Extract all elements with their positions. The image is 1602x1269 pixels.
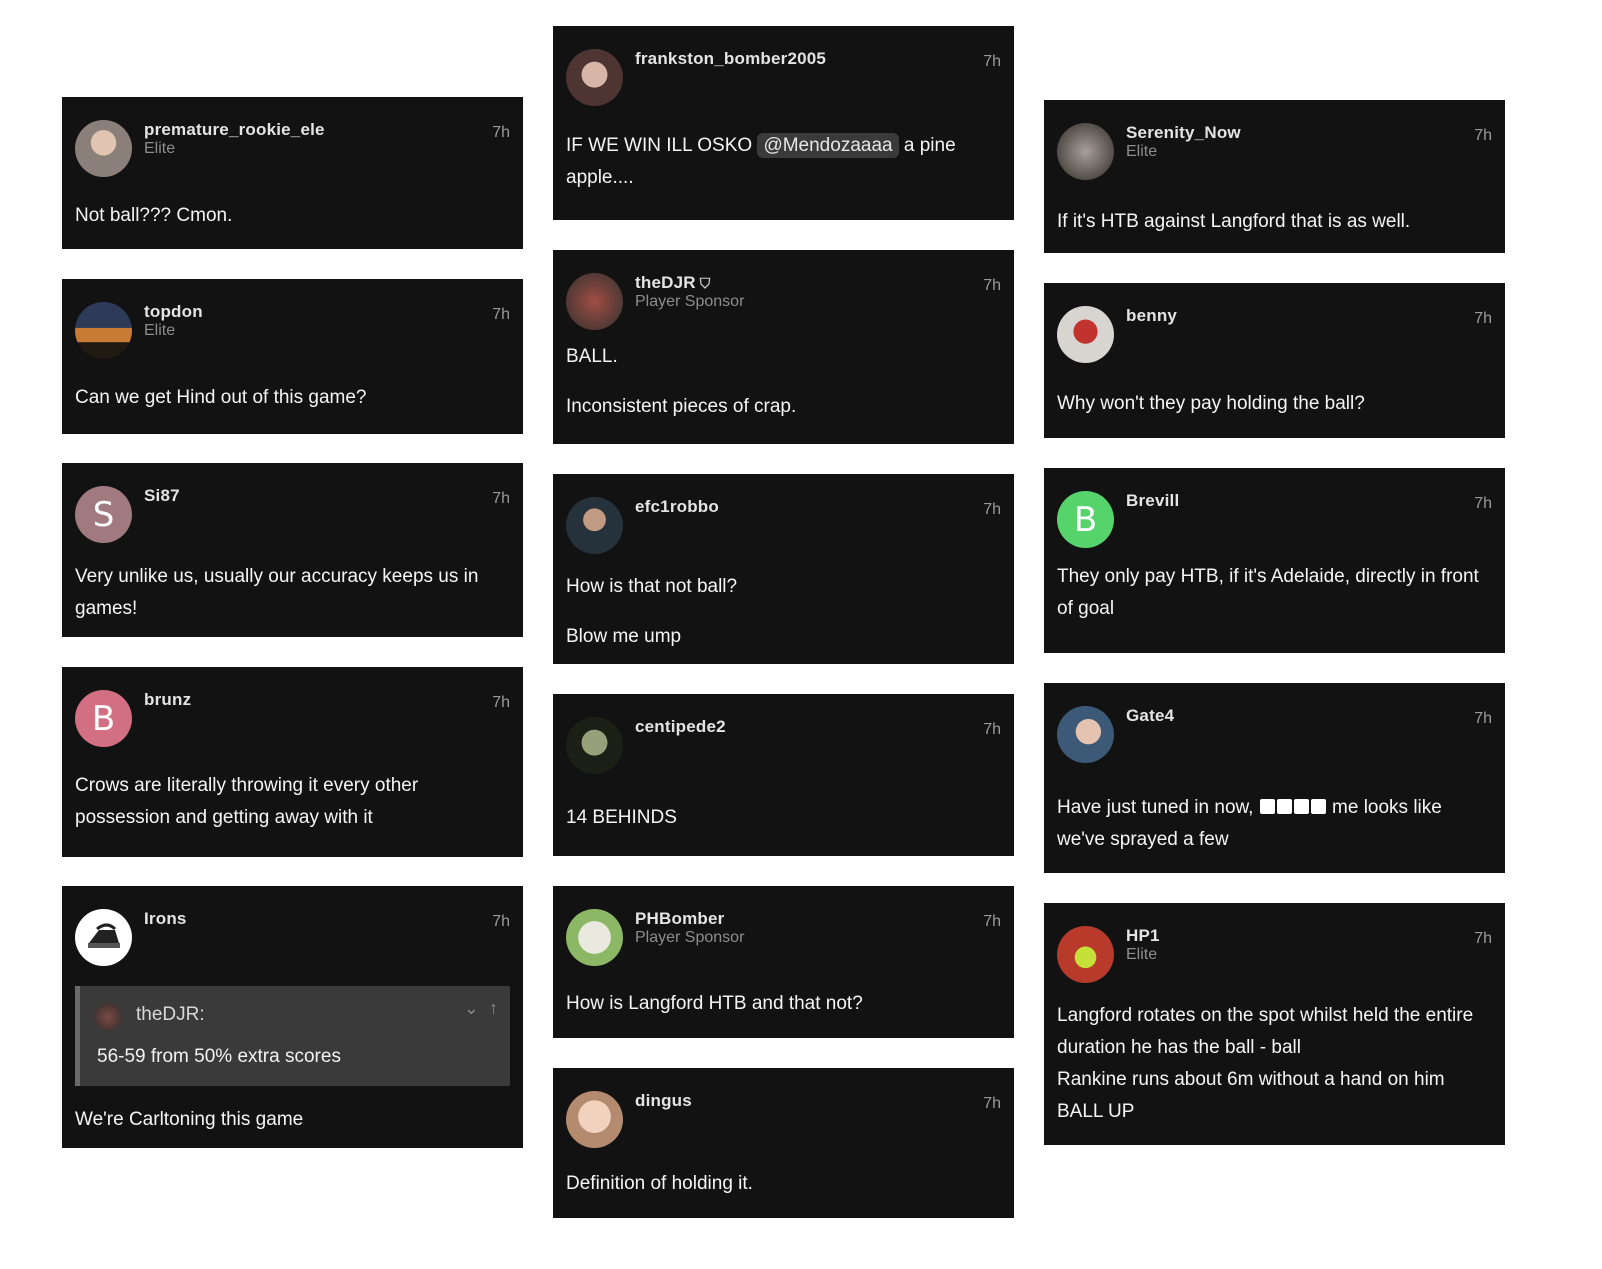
comment-card[interactable]: theDJR ⛉ Player Sponsor 7h BALL. Inconsis… <box>553 250 1014 444</box>
user-avatar[interactable] <box>566 273 623 330</box>
username[interactable]: benny <box>1126 306 1177 326</box>
comment-body: Crows are literally throwing it every ot… <box>75 775 419 828</box>
user-avatar[interactable] <box>566 1091 623 1148</box>
timestamp: 7h <box>1474 127 1492 144</box>
comment-card[interactable]: Irons 7h theDJR: 56-59 from 50% extra sc… <box>62 886 523 1148</box>
timestamp: 7h <box>983 721 1001 738</box>
chevron-down-icon[interactable]: ⌄ <box>464 998 479 1019</box>
timestamp: 7h <box>492 124 510 141</box>
timestamp: 7h <box>492 913 510 930</box>
username[interactable]: Brevill <box>1126 491 1179 511</box>
timestamp: 7h <box>492 490 510 507</box>
comment-body: We're Carltoning this game <box>75 1109 304 1130</box>
username[interactable]: brunz <box>144 690 191 710</box>
timestamp: 7h <box>983 277 1001 294</box>
comment-card[interactable]: Serenity_Now Elite 7h If it's HTB agains… <box>1044 100 1505 253</box>
comment-body: 14 BEHINDS <box>566 807 677 828</box>
comment-card[interactable]: Gate4 7h Have just tuned in now, me look… <box>1044 683 1505 873</box>
user-avatar[interactable] <box>1057 306 1114 363</box>
timestamp: 7h <box>983 501 1001 518</box>
timestamp: 7h <box>492 306 510 323</box>
comment-card[interactable]: benny 7h Why won't they pay holding the … <box>1044 283 1505 438</box>
user-badge: Elite <box>144 322 176 339</box>
user-avatar[interactable] <box>75 302 132 359</box>
username[interactable]: Si87 <box>144 486 180 506</box>
comment-body: How is Langford HTB and that not? <box>566 993 863 1014</box>
user-avatar[interactable]: B <box>1057 491 1114 548</box>
shield-icon: ⛉ <box>699 275 711 291</box>
comment-body: How is that not ball? Blow me ump <box>566 576 738 647</box>
comment-card[interactable]: PHBomber Player Sponsor 7h How is Langfo… <box>553 886 1014 1038</box>
username[interactable]: Serenity_Now <box>1126 123 1241 143</box>
mention-link[interactable]: @Mendozaaaa <box>757 133 899 158</box>
comment-body: If it's HTB against Langford that is as … <box>1057 211 1411 232</box>
user-avatar[interactable] <box>566 49 623 106</box>
username[interactable]: efc1robbo <box>635 497 719 517</box>
arrow-up-icon[interactable]: ↑ <box>489 998 498 1019</box>
user-badge: Elite <box>1126 946 1158 963</box>
username[interactable]: dingus <box>635 1091 692 1111</box>
comment-body: Very unlike us, usually our accuracy kee… <box>75 566 479 619</box>
user-badge: Elite <box>144 140 176 157</box>
comment-body: Why won't they pay holding the ball? <box>1057 393 1365 414</box>
user-avatar[interactable] <box>75 120 132 177</box>
timestamp: 7h <box>983 913 1001 930</box>
username[interactable]: premature_rookie_ele <box>144 120 325 140</box>
user-avatar[interactable] <box>566 717 623 774</box>
user-avatar[interactable] <box>1057 123 1114 180</box>
username[interactable]: theDJR ⛉ <box>635 273 710 293</box>
quote-text: 56-59 from 50% extra scores <box>97 1046 341 1067</box>
comment-card[interactable]: efc1robbo 7h How is that not ball? Blow … <box>553 474 1014 664</box>
comment-body: Langford rotates on the spot whilst held… <box>1057 1005 1474 1122</box>
iron-icon[interactable] <box>75 909 132 966</box>
username[interactable]: HP1 <box>1126 926 1160 946</box>
username[interactable]: PHBomber <box>635 909 724 929</box>
user-badge: Elite <box>1126 143 1158 160</box>
comment-card[interactable]: topdon Elite 7h Can we get Hind out of t… <box>62 279 523 434</box>
comment-card[interactable]: S Si87 7h Very unlike us, usually our ac… <box>62 463 523 637</box>
username[interactable]: Gate4 <box>1126 706 1174 726</box>
comment-body: Have just tuned in now, me looks like we… <box>1057 797 1442 850</box>
quoted-reply[interactable]: theDJR: 56-59 from 50% extra scores ⌄ ↑ <box>75 986 510 1086</box>
timestamp: 7h <box>1474 310 1492 327</box>
quote-username: theDJR: <box>136 1004 205 1025</box>
username[interactable]: centipede2 <box>635 717 726 737</box>
user-avatar[interactable] <box>566 909 623 966</box>
user-avatar[interactable]: S <box>75 486 132 543</box>
timestamp: 7h <box>1474 930 1492 947</box>
user-avatar[interactable] <box>566 497 623 554</box>
censored-text <box>1259 797 1327 818</box>
timestamp: 7h <box>983 53 1001 70</box>
quote-avatar <box>94 1003 122 1031</box>
timestamp: 7h <box>1474 710 1492 727</box>
user-avatar[interactable]: B <box>75 690 132 747</box>
comment-body: They only pay HTB, if it's Adelaide, dir… <box>1057 566 1479 619</box>
timestamp: 7h <box>983 1095 1001 1112</box>
username[interactable]: topdon <box>144 302 203 322</box>
comment-body: IF WE WIN ILL OSKO @Mendozaaaa a pine ap… <box>566 133 956 188</box>
comment-card[interactable]: B Brevill 7h They only pay HTB, if it's … <box>1044 468 1505 653</box>
comment-body: Not ball??? Cmon. <box>75 205 233 226</box>
username[interactable]: Irons <box>144 909 187 929</box>
comment-card[interactable]: frankston_bomber2005 7h IF WE WIN ILL OS… <box>553 26 1014 220</box>
username[interactable]: frankston_bomber2005 <box>635 49 826 69</box>
timestamp: 7h <box>492 694 510 711</box>
comment-body: BALL. Inconsistent pieces of crap. <box>566 346 797 417</box>
timestamp: 7h <box>1474 495 1492 512</box>
user-avatar[interactable] <box>1057 926 1114 983</box>
comment-card[interactable]: centipede2 7h 14 BEHINDS <box>553 694 1014 856</box>
user-avatar[interactable] <box>1057 706 1114 763</box>
comment-card[interactable]: B brunz 7h Crows are literally throwing … <box>62 667 523 857</box>
comment-body: Definition of holding it. <box>566 1173 753 1194</box>
comment-body: Can we get Hind out of this game? <box>75 387 367 408</box>
user-badge: Player Sponsor <box>635 293 745 310</box>
user-badge: Player Sponsor <box>635 929 745 946</box>
comment-card[interactable]: HP1 Elite 7h Langford rotates on the spo… <box>1044 903 1505 1145</box>
comment-card[interactable]: dingus 7h Definition of holding it. <box>553 1068 1014 1218</box>
comment-card[interactable]: premature_rookie_ele Elite 7h Not ball??… <box>62 97 523 249</box>
